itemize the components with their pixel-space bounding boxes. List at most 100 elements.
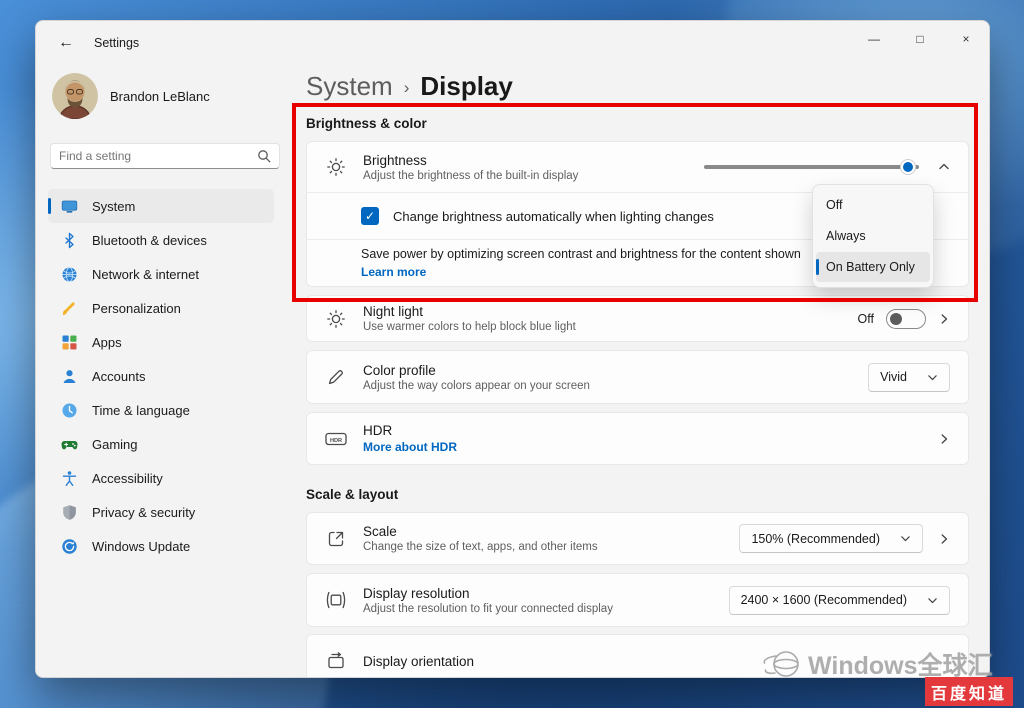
back-arrow-icon: ← [58, 34, 74, 52]
scale-dropdown[interactable]: 150% (Recommended) [739, 524, 923, 553]
night-light-toggle[interactable] [886, 309, 926, 329]
update-icon [60, 538, 78, 555]
search-icon [257, 149, 271, 163]
sidebar-item-network-internet[interactable]: Network & internet [48, 257, 274, 291]
main-content: System › Display Brightness & color [286, 65, 989, 677]
maximize-button[interactable]: □ [897, 21, 943, 57]
close-button[interactable]: × [943, 21, 989, 57]
sidebar-item-system[interactable]: System [48, 189, 274, 223]
brush-icon [60, 300, 78, 317]
sidebar-item-label: Bluetooth & devices [92, 233, 207, 248]
sidebar-item-privacy-security[interactable]: Privacy & security [48, 495, 274, 529]
hdr-row[interactable]: HDR HDR More about HDR [307, 413, 968, 464]
chevron-right-icon [938, 533, 950, 545]
color-profile-card: Color profile Adjust the way colors appe… [306, 350, 969, 404]
shield-icon [60, 504, 78, 521]
scale-subtitle: Change the size of text, apps, and other… [363, 541, 598, 553]
accessibility-icon [60, 470, 78, 487]
titlebar: ← Settings — □ × [36, 21, 989, 65]
user-profile[interactable]: Brandon LeBlanc [52, 73, 286, 119]
avatar [52, 73, 98, 119]
sidebar-item-bluetooth-devices[interactable]: Bluetooth & devices [48, 223, 274, 257]
settings-window: ← Settings — □ × [35, 20, 990, 678]
night-light-state: Off [858, 312, 874, 326]
minimize-icon: — [868, 32, 880, 46]
sidebar-item-gaming[interactable]: Gaming [48, 427, 274, 461]
sidebar-item-label: Apps [92, 335, 122, 350]
clock-icon [60, 402, 78, 419]
scale-row[interactable]: Scale Change the size of text, apps, and… [307, 513, 968, 564]
back-button[interactable]: ← [48, 28, 84, 58]
flyout-option-off[interactable]: Off [816, 190, 930, 220]
breadcrumb-separator-icon: › [404, 78, 410, 98]
flyout-option-on-battery-only[interactable]: On Battery Only [816, 252, 930, 282]
color-profile-dropdown[interactable]: Vivid [868, 363, 950, 392]
sidebar-item-label: Accessibility [92, 471, 163, 486]
color-profile-value: Vivid [880, 370, 907, 384]
scale-card: Scale Change the size of text, apps, and… [306, 512, 969, 565]
scale-title: Scale [363, 524, 598, 539]
watermark-badge: 百度知道 [925, 677, 1013, 706]
bluetooth-icon [60, 232, 78, 249]
globe-sketch-icon [762, 647, 802, 681]
resolution-icon [323, 590, 349, 610]
sidebar-item-label: Personalization [92, 301, 181, 316]
brightness-slider-thumb[interactable] [901, 160, 915, 174]
flyout-option-always[interactable]: Always [816, 221, 930, 251]
section-scale-layout: Scale & layout [306, 487, 969, 504]
breadcrumb: System › Display [306, 71, 969, 102]
globe-icon [60, 266, 78, 283]
sidebar-item-windows-update[interactable]: Windows Update [48, 529, 274, 563]
auto-brightness-checkbox[interactable]: ✓ [361, 207, 379, 225]
color-profile-row[interactable]: Color profile Adjust the way colors appe… [307, 351, 968, 403]
orientation-icon [323, 651, 349, 671]
hdr-card: HDR HDR More about HDR [306, 412, 969, 465]
apps-grid-icon [60, 334, 78, 351]
window-controls: — □ × [851, 21, 989, 57]
resolution-row[interactable]: Display resolution Adjust the resolution… [307, 574, 968, 626]
search-box[interactable] [50, 143, 280, 169]
sidebar-nav: System Bluetooth & devices Network & int… [48, 189, 286, 563]
resolution-title: Display resolution [363, 586, 613, 601]
scale-value: 150% (Recommended) [751, 532, 880, 546]
night-light-title: Night light [363, 304, 576, 319]
hdr-icon: HDR [323, 429, 349, 449]
brightness-subtitle: Adjust the brightness of the built-in di… [363, 170, 578, 182]
sidebar-item-label: Accounts [92, 369, 145, 384]
hdr-learn-link[interactable]: More about HDR [363, 440, 457, 454]
sidebar-item-accounts[interactable]: Accounts [48, 359, 274, 393]
resolution-subtitle: Adjust the resolution to fit your connec… [363, 603, 613, 615]
scale-icon [323, 529, 349, 549]
chevron-up-icon[interactable] [938, 161, 950, 173]
sidebar-item-time-language[interactable]: Time & language [48, 393, 274, 427]
sidebar-item-label: Network & internet [92, 267, 199, 282]
monitor-icon [60, 198, 78, 215]
controller-icon [60, 436, 78, 453]
window-title: Settings [94, 36, 139, 50]
sidebar: Brandon LeBlanc System Bluetooth & devic… [36, 65, 286, 677]
breadcrumb-root[interactable]: System [306, 71, 393, 102]
maximize-icon: □ [916, 32, 923, 46]
sidebar-item-label: System [92, 199, 135, 214]
resolution-dropdown[interactable]: 2400 × 1600 (Recommended) [729, 586, 950, 615]
night-light-row[interactable]: Night light Use warmer colors to help bl… [307, 296, 968, 341]
chevron-down-icon [927, 595, 938, 606]
flyout-option-label: Off [826, 198, 842, 212]
color-profile-subtitle: Adjust the way colors appear on your scr… [363, 380, 590, 392]
flyout-option-label: Always [826, 229, 866, 243]
sidebar-item-apps[interactable]: Apps [48, 325, 274, 359]
night-light-card: Night light Use warmer colors to help bl… [306, 295, 969, 342]
person-icon [60, 368, 78, 385]
chevron-right-icon [938, 433, 950, 445]
save-power-text: Save power by optimizing screen contrast… [361, 247, 801, 261]
sidebar-item-accessibility[interactable]: Accessibility [48, 461, 274, 495]
user-name: Brandon LeBlanc [110, 89, 210, 104]
sidebar-item-label: Time & language [92, 403, 190, 418]
sidebar-item-personalization[interactable]: Personalization [48, 291, 274, 325]
hdr-title: HDR [363, 423, 457, 438]
search-input[interactable] [59, 149, 257, 163]
sidebar-item-label: Gaming [92, 437, 138, 452]
learn-more-link[interactable]: Learn more [361, 265, 801, 279]
brightness-slider[interactable] [704, 165, 919, 169]
minimize-button[interactable]: — [851, 21, 897, 57]
